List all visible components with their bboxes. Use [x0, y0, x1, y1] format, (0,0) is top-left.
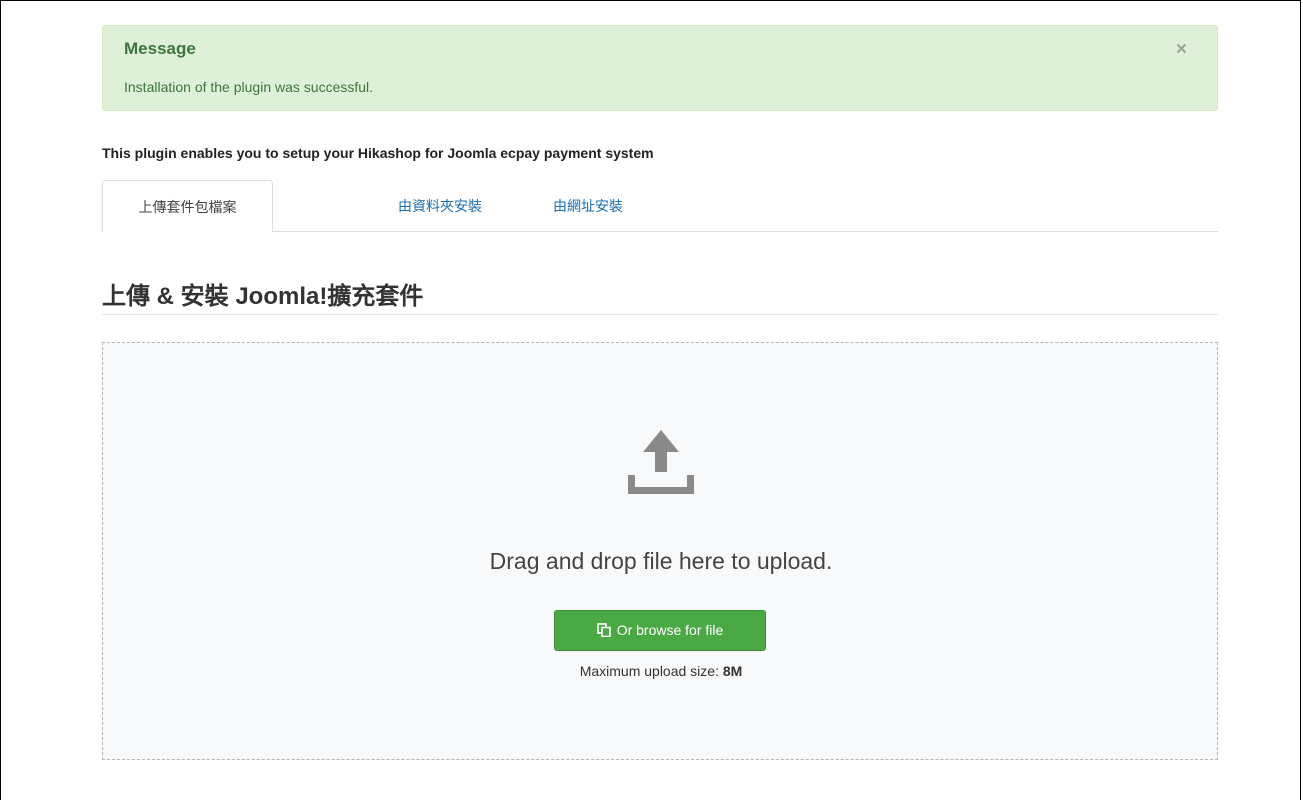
- install-tabs: 上傳套件包檔案 由資料夾安裝 由網址安裝: [102, 180, 1218, 233]
- drop-instruction: Drag and drop file here to upload.: [489, 548, 833, 574]
- plugin-description: This plugin enables you to setup your Hi…: [102, 145, 654, 161]
- close-icon[interactable]: ×: [1176, 40, 1187, 59]
- max-upload-size: Maximum upload size: 8M: [103, 663, 1219, 679]
- copy-files-icon: [596, 623, 611, 638]
- browse-button-label: Or browse for file: [616, 622, 724, 638]
- tab-install-from-folder[interactable]: 由資料夾安裝: [382, 180, 498, 232]
- success-alert: Message Installation of the plugin was s…: [102, 25, 1218, 111]
- upload-icon: [628, 430, 694, 494]
- alert-heading: Message: [124, 39, 196, 58]
- tab-upload-package[interactable]: 上傳套件包檔案: [102, 180, 273, 233]
- file-drop-zone[interactable]: Drag and drop file here to upload. Or br…: [102, 342, 1218, 760]
- title-divider: [102, 314, 1218, 315]
- max-size-value: 8M: [722, 663, 743, 679]
- browse-file-button[interactable]: Or browse for file: [554, 610, 766, 651]
- tab-install-from-url[interactable]: 由網址安裝: [537, 180, 639, 232]
- alert-message: Installation of the plugin was successfu…: [124, 79, 374, 95]
- max-size-label: Maximum upload size:: [579, 663, 719, 679]
- page-title: 上傳 & 安裝 Joomla!擴充套件: [102, 283, 424, 310]
